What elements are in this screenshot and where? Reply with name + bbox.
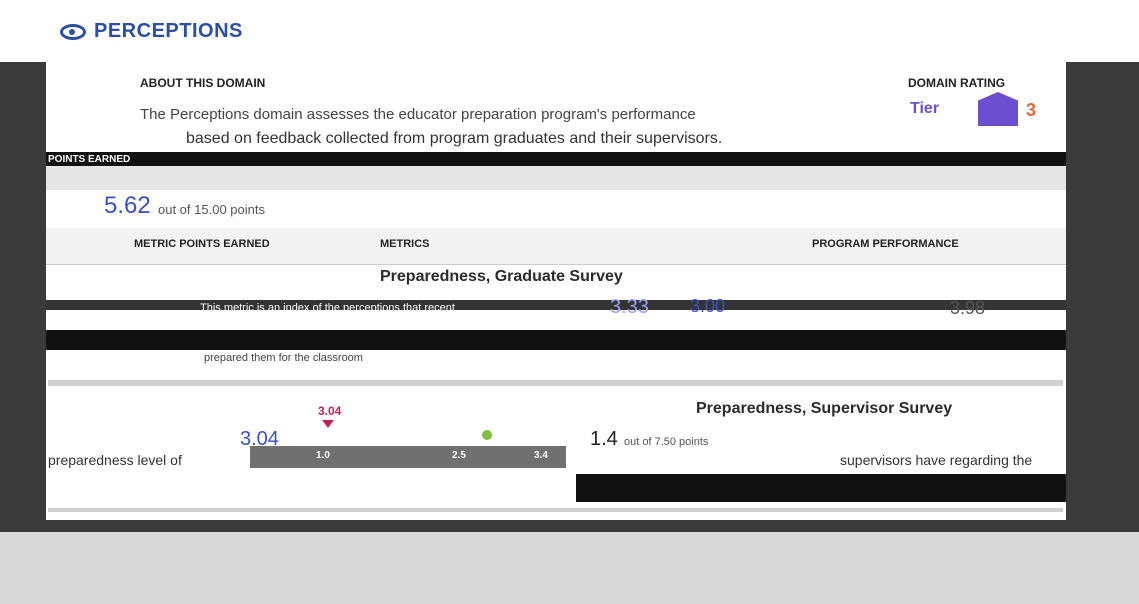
points-value: 5.62 xyxy=(104,192,151,219)
tier-value: 3 xyxy=(1026,100,1037,120)
glitch-bar-3 xyxy=(576,474,1066,502)
metric2-tick-3: 3.4 xyxy=(534,450,548,461)
th-metric-points: METRIC POINTS EARNED xyxy=(134,238,270,250)
about-label: ABOUT THIS DOMAIN xyxy=(140,76,266,90)
blur-line xyxy=(48,380,1063,386)
metric2-marker-value: 3.04 xyxy=(318,404,342,418)
metric2-desc-left: preparedness level of xyxy=(48,452,182,468)
section-title-text: PERCEPTIONS xyxy=(94,20,243,42)
metric2-desc-right: supervisors have regarding the xyxy=(840,452,1033,468)
glitch-bar-2 xyxy=(46,330,1066,350)
metric2-marker xyxy=(322,420,334,428)
tier-label: Tier xyxy=(910,100,940,117)
eye-icon xyxy=(60,23,86,40)
th-program-performance: PROGRAM PERFORMANCE xyxy=(812,238,959,250)
domain-rating-label: DOMAIN RATING xyxy=(908,76,1006,90)
metric1-gauge-high: 3.98 xyxy=(950,298,986,318)
metric2-gauge-track xyxy=(250,446,566,468)
metric1-desc2: prepared them for the classroom xyxy=(204,352,363,364)
metric1-score: 3.33 xyxy=(610,296,649,318)
blur-line-2 xyxy=(48,508,1063,512)
points-earned-label: POINTS EARNED xyxy=(48,154,131,165)
glitch-bar-1 xyxy=(46,300,1066,310)
divider-bar xyxy=(46,152,1066,166)
grey-strip xyxy=(46,166,1066,190)
points-out-of: out of 15.00 points xyxy=(158,202,265,217)
about-text: The Perceptions domain assesses the educ… xyxy=(140,106,696,123)
metric2-tick-2: 2.5 xyxy=(452,450,466,461)
metric1-title: Preparedness, Graduate Survey xyxy=(380,268,623,285)
metric2-out-of: out of 7.50 points xyxy=(624,436,709,448)
metric1-gauge-low: 3.00 xyxy=(690,296,726,316)
metric2-points: 1.4 xyxy=(590,428,618,450)
background-bottom xyxy=(0,532,1139,604)
metric2-title: Preparedness, Supervisor Survey xyxy=(696,400,953,417)
metric2-indicator-dot xyxy=(482,430,492,440)
metric1-desc: This metric is an index of the perceptio… xyxy=(200,302,455,314)
metric2-tick-1: 1.0 xyxy=(316,450,330,461)
section-title: PERCEPTIONS xyxy=(60,20,243,43)
th-metrics: METRICS xyxy=(380,238,430,250)
about-text-line2: based on feedback collected from program… xyxy=(186,130,723,147)
